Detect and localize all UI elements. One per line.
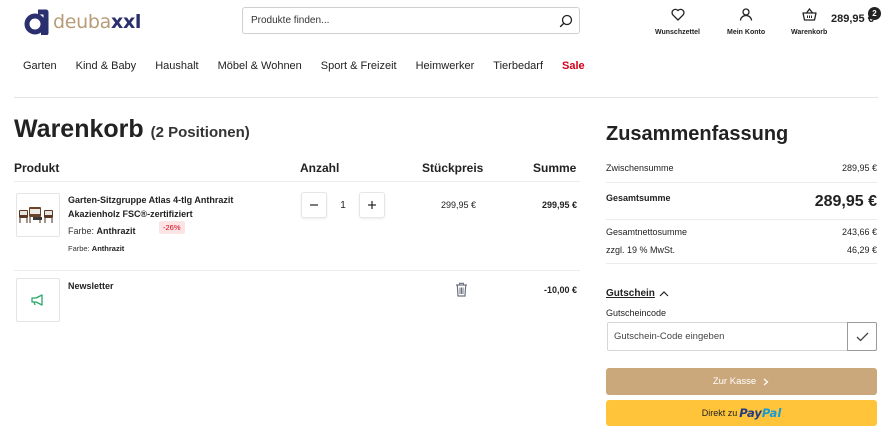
summary-divider: [606, 182, 877, 183]
user-icon: [739, 8, 753, 26]
logo-text: deubaxxl: [53, 11, 142, 33]
heart-icon: [670, 8, 685, 26]
newsletter-discount-value: -10,00 €: [543, 285, 577, 295]
nav-item-haushalt[interactable]: Haushalt: [155, 60, 198, 72]
main-nav: Garten Kind & Baby Haushalt Möbel & Wohn…: [23, 60, 604, 72]
line-total: 299,95 €: [541, 200, 577, 210]
subtotal-row: Zwischensumme 289,95 €: [606, 163, 877, 173]
cart-link[interactable]: Warenkorb: [791, 7, 828, 36]
search-bar: [242, 7, 580, 34]
summary-divider: [606, 263, 877, 264]
nav-item-sport-freizeit[interactable]: Sport & Freizeit: [321, 60, 397, 72]
chevron-right-icon: [763, 378, 769, 385]
nav-item-moebel-wohnen[interactable]: Möbel & Wohnen: [218, 60, 302, 72]
table-divider: [14, 181, 580, 182]
discount-badge: -26%: [159, 221, 185, 234]
chevron-up-icon: [659, 290, 669, 296]
col-header-sum: Summe: [533, 161, 577, 175]
header-divider: [14, 97, 878, 98]
cart-label: Warenkorb: [791, 29, 828, 36]
net-total-row: Gesamtnettosumme 243,66 €: [606, 227, 877, 237]
newsletter-thumbnail: [16, 278, 60, 322]
voucher-code-input[interactable]: [607, 322, 848, 351]
apply-voucher-button[interactable]: [847, 322, 877, 351]
paypal-button[interactable]: Direkt zu PayPal: [606, 400, 877, 426]
summary-divider: [606, 219, 877, 220]
product-thumbnail[interactable]: [16, 193, 60, 237]
nav-item-tierbedarf[interactable]: Tierbedarf: [493, 60, 543, 72]
garden-furniture-set-image: [19, 207, 53, 223]
nav-item-garten[interactable]: Garten: [23, 60, 57, 72]
logo-mark-icon: [24, 9, 50, 36]
nav-item-kind-baby[interactable]: Kind & Baby: [76, 60, 137, 72]
wishlist-link[interactable]: Wunschzettel: [655, 8, 700, 36]
unit-price: 299,95 €: [440, 200, 476, 210]
col-header-unit-price: Stückpreis: [422, 161, 484, 175]
product-attribute-small: Farbe: Anthrazit: [68, 244, 125, 253]
col-header-product: Produkt: [14, 161, 60, 175]
decrease-quantity-button[interactable]: [301, 192, 327, 218]
minus-icon: [310, 204, 318, 206]
plus-icon: [368, 201, 376, 209]
increase-quantity-button[interactable]: [359, 192, 385, 218]
col-header-qty: Anzahl: [300, 161, 340, 175]
wishlist-label: Wunschzettel: [655, 29, 700, 36]
logo[interactable]: deubaxxl: [24, 8, 141, 36]
page-title: Warenkorb (2 Positionen): [14, 115, 250, 143]
search-icon[interactable]: [553, 8, 579, 33]
row-divider: [14, 270, 580, 271]
checkout-button[interactable]: Zur Kasse: [606, 368, 877, 395]
grand-total-row: Gesamtsumme 289,95 €: [606, 193, 877, 210]
search-input[interactable]: [243, 15, 553, 26]
position-count: (2 Positionen): [150, 124, 250, 141]
nav-item-heimwerker[interactable]: Heimwerker: [416, 60, 475, 72]
quantity-value[interactable]: 1: [327, 200, 359, 211]
cart-count-badge: 2: [868, 7, 881, 20]
paypal-logo: PayPal: [739, 406, 782, 420]
newsletter-name: Newsletter: [68, 281, 114, 291]
vat-row: zzgl. 19 % MwSt. 46,29 €: [606, 245, 877, 255]
account-link[interactable]: Mein Konto: [727, 8, 765, 36]
account-label: Mein Konto: [727, 29, 766, 36]
checkmark-icon: [856, 332, 868, 341]
summary-title: Zusammenfassung: [606, 123, 789, 145]
megaphone-icon: [31, 294, 43, 306]
quantity-stepper: 1: [301, 192, 385, 218]
nav-item-sale[interactable]: Sale: [562, 60, 585, 72]
basket-icon: [802, 7, 817, 26]
product-attribute: Farbe: Anthrazit: [68, 226, 136, 236]
voucher-code-label: Gutscheincode: [606, 308, 667, 318]
trash-icon[interactable]: [455, 282, 468, 297]
voucher-toggle[interactable]: Gutschein: [606, 288, 669, 299]
product-name-link[interactable]: Garten-Sitzgruppe Atlas 4-tlg Anthrazit …: [68, 193, 268, 221]
